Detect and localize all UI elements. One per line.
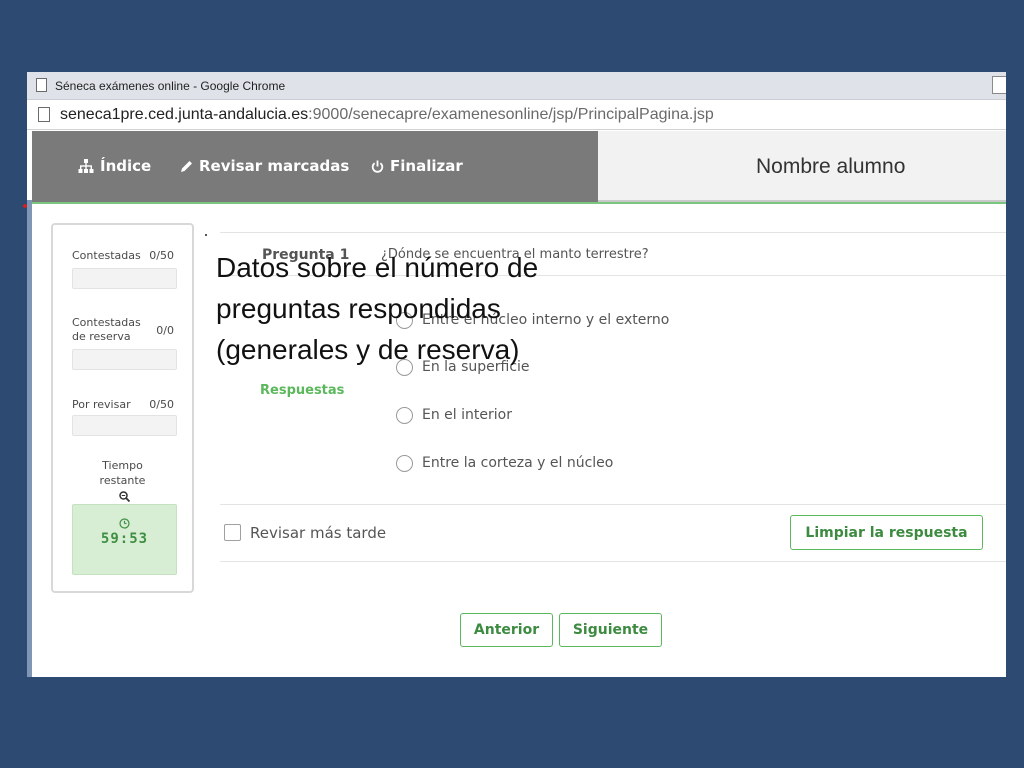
review-label: Por revisar xyxy=(72,398,131,411)
annotation-line1: Datos sobre el número de xyxy=(216,252,539,283)
radio-button[interactable] xyxy=(396,406,413,424)
stray-dot xyxy=(205,234,207,236)
nav-review-marked[interactable]: Revisar marcadas xyxy=(180,157,349,175)
answer-option-3[interactable]: En el interior xyxy=(396,405,512,425)
power-icon xyxy=(371,160,384,173)
answered-count: 0/50 xyxy=(149,249,174,262)
time-label-line1: Tiempo xyxy=(102,459,143,472)
nav-index[interactable]: Índice xyxy=(78,157,151,175)
page-icon xyxy=(36,78,47,92)
sitemap-icon xyxy=(78,159,94,173)
annotation-line2: preguntas respondidas xyxy=(216,293,501,324)
nav-finish-label: Finalizar xyxy=(390,157,463,175)
page-icon xyxy=(38,107,50,122)
browser-window: Séneca exámenes online - Google Chrome s… xyxy=(27,72,1006,677)
pencil-icon xyxy=(181,160,192,172)
question-actions-row: Revisar más tarde Limpiar la respuesta xyxy=(220,504,1006,562)
review-progress-bar xyxy=(72,415,177,436)
nav-review-label: Revisar marcadas xyxy=(199,157,350,175)
reserve-label: Contestadas de reserva xyxy=(72,316,141,344)
answer-option-label: En el interior xyxy=(422,407,512,423)
review-later-label[interactable]: Revisar más tarde xyxy=(250,524,386,542)
answered-progress-bar xyxy=(72,268,177,289)
minimize-button[interactable] xyxy=(992,76,1006,94)
clock-icon xyxy=(119,518,130,529)
title-bar: Séneca exámenes online - Google Chrome xyxy=(27,72,1006,100)
answers-label: Respuestas xyxy=(260,383,345,398)
timer-box: 59:53 xyxy=(72,504,177,575)
url-text[interactable]: seneca1pre.ced.junta-andalucia.es:9000/s… xyxy=(60,106,714,124)
nav-index-label: Índice xyxy=(100,157,152,175)
url-path: :9000/senecapre/examenesonline/jsp/Princ… xyxy=(308,106,714,123)
address-bar[interactable]: seneca1pre.ced.junta-andalucia.es:9000/s… xyxy=(27,100,1006,130)
radio-button[interactable] xyxy=(396,454,413,472)
url-host: seneca1pre.ced.junta-andalucia.es xyxy=(60,106,309,123)
nav-finish[interactable]: Finalizar xyxy=(371,157,463,175)
review-count: 0/50 xyxy=(149,398,174,411)
app-nav-bar: Índice Revisar marcadas Finalizar xyxy=(32,131,598,202)
annotation-callout: Datos sobre el número de preguntas respo… xyxy=(216,247,636,370)
zoom-icon[interactable] xyxy=(119,491,130,502)
reserve-label-line2: de reserva xyxy=(72,330,131,343)
next-button[interactable]: Siguiente xyxy=(559,613,662,647)
review-later-checkbox[interactable] xyxy=(224,524,241,541)
progress-panel: Contestadas 0/50 Contestadas de reserva 0… xyxy=(51,223,194,593)
answered-label: Contestadas xyxy=(72,249,141,262)
window-edge xyxy=(27,200,32,677)
timer-value: 59:53 xyxy=(100,531,149,547)
header-divider xyxy=(32,202,1006,204)
student-name-bar: Nombre alumno xyxy=(598,131,1006,202)
reserve-progress-bar xyxy=(72,349,177,370)
window-title: Séneca exámenes online - Google Chrome xyxy=(55,79,286,93)
clear-answer-button[interactable]: Limpiar la respuesta xyxy=(790,515,983,550)
answer-option-4[interactable]: Entre la corteza y el núcleo xyxy=(396,453,613,473)
previous-button[interactable]: Anterior xyxy=(460,613,553,647)
student-name: Nombre alumno xyxy=(756,155,906,178)
reserve-label-line1: Contestadas xyxy=(72,316,141,329)
answer-option-label: Entre la corteza y el núcleo xyxy=(422,455,614,471)
time-label-line2: restante xyxy=(99,474,146,487)
reserve-count: 0/0 xyxy=(156,324,174,337)
annotation-line3: (generales y de reserva) xyxy=(216,334,520,365)
